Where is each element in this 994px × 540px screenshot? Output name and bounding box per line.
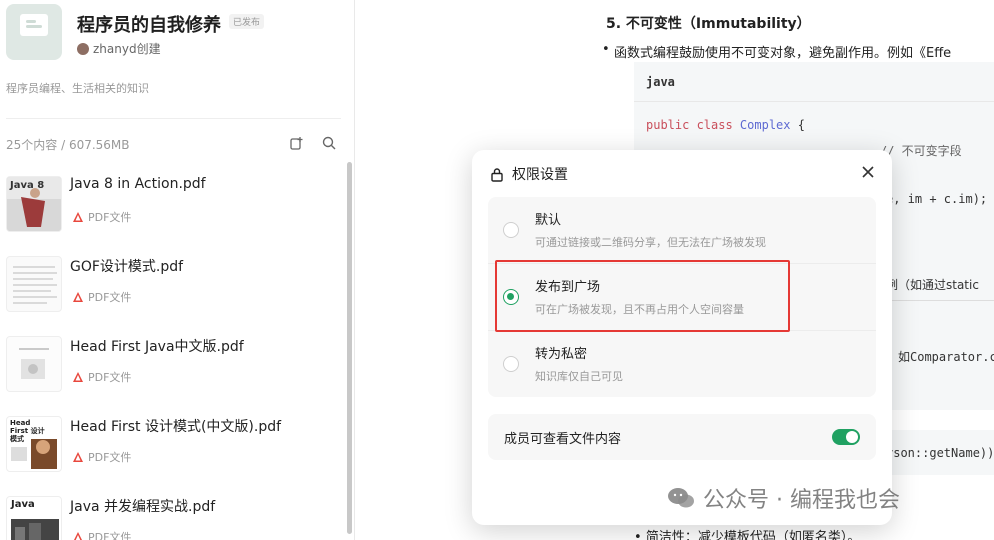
member-view-setting: 成员可查看文件内容 bbox=[488, 414, 876, 460]
wechat-icon bbox=[668, 488, 694, 508]
file-item[interactable]: GOF设计模式.pdf PDF文件 bbox=[6, 256, 336, 320]
lock-icon bbox=[491, 167, 503, 182]
option-description: 知识库仅自己可见 bbox=[535, 370, 623, 383]
dialog-title-text: 权限设置 bbox=[512, 167, 568, 183]
file-type: PDF文件 bbox=[72, 369, 131, 385]
file-item[interactable]: Java Java 并发编程实战.pdf PDF文件 bbox=[6, 496, 336, 540]
text-fragment: 例（如通过static bbox=[886, 278, 979, 292]
code-language: java bbox=[646, 75, 675, 89]
file-thumbnail bbox=[6, 256, 62, 312]
file-name: Head First 设计模式(中文版).pdf bbox=[70, 419, 282, 435]
bullet-text: • 简洁性：减少模板代码（如匿名类）。 bbox=[634, 526, 860, 540]
file-type-label: PDF文件 bbox=[88, 371, 132, 384]
option-label: 转为私密 bbox=[535, 347, 588, 362]
knowledge-base-cover bbox=[6, 4, 62, 60]
code-block-partial bbox=[886, 368, 994, 410]
file-thumbnail: Java bbox=[6, 496, 62, 540]
code-fragment: 如Comparator.c bbox=[898, 350, 994, 364]
radio-private[interactable] bbox=[503, 356, 519, 372]
code-line: public class Complex { bbox=[646, 118, 805, 132]
option-private[interactable]: 转为私密 知识库仅自己可见 bbox=[488, 330, 876, 396]
file-thumbnail: Java 8 bbox=[6, 176, 62, 232]
thumbnail-caption: Java 8 bbox=[10, 180, 45, 191]
knowledge-base-description: 程序员编程、生活相关的知识 bbox=[6, 82, 149, 95]
file-name: Java 8 in Action.pdf bbox=[70, 176, 206, 192]
code-header: java bbox=[634, 62, 994, 102]
pdf-icon bbox=[73, 452, 83, 462]
member-view-toggle[interactable] bbox=[832, 429, 860, 445]
watermark: 公众号 · 编程我也会 bbox=[667, 482, 900, 514]
thumbnail-caption: Head First 设计模式 bbox=[10, 419, 45, 443]
close-icon[interactable] bbox=[860, 164, 876, 180]
pdf-icon bbox=[73, 372, 83, 382]
add-content-icon[interactable] bbox=[288, 134, 306, 152]
published-badge: 已发布 bbox=[229, 14, 265, 29]
pdf-icon bbox=[73, 212, 83, 222]
bullet-content: 简洁性：减少模板代码（如匿名类）。 bbox=[645, 530, 861, 540]
cover-card-graphic bbox=[20, 14, 48, 36]
separator-line bbox=[886, 300, 994, 301]
file-type-label: PDF文件 bbox=[88, 211, 132, 224]
file-name: Java 并发编程实战.pdf bbox=[70, 499, 216, 515]
file-item[interactable]: Head First 设计模式 Head First 设计模式(中文版).pdf… bbox=[6, 416, 336, 480]
file-name: GOF设计模式.pdf bbox=[70, 259, 184, 275]
code-fragment: rson::getName)) bbox=[886, 446, 994, 460]
file-type-label: PDF文件 bbox=[88, 451, 132, 464]
file-type: PDF文件 bbox=[72, 449, 131, 465]
watermark-text: 公众号 · 编程我也会 bbox=[703, 488, 900, 513]
file-type: PDF文件 bbox=[72, 209, 131, 225]
file-type: PDF文件 bbox=[72, 289, 131, 305]
file-name: Head First Java中文版.pdf bbox=[70, 339, 244, 355]
thumbnail-caption: Java bbox=[11, 499, 35, 510]
member-view-label: 成员可查看文件内容 bbox=[504, 432, 622, 447]
radio-default[interactable] bbox=[503, 222, 519, 238]
knowledge-base-title: 程序员的自我修养 bbox=[77, 15, 221, 36]
code-keyword: public class bbox=[646, 118, 740, 132]
permission-settings-dialog: 权限设置 默认 可通过链接或二维码分享，但无法在广场被发现 发布到广场 可在广场… bbox=[472, 150, 892, 525]
file-thumbnail: Head First 设计模式 bbox=[6, 416, 62, 472]
file-thumbnail bbox=[6, 336, 62, 392]
search-icon[interactable] bbox=[320, 134, 338, 152]
section-heading: 5. 不可变性（Immutability） bbox=[606, 16, 811, 32]
pdf-icon bbox=[73, 292, 83, 302]
content-stats: 25个内容 / 607.56MB bbox=[6, 138, 130, 152]
file-item[interactable]: Head First Java中文版.pdf PDF文件 bbox=[6, 336, 336, 400]
annotation-highlight-box bbox=[495, 260, 790, 332]
file-item[interactable]: Java 8 Java 8 in Action.pdf PDF文件 bbox=[6, 176, 336, 240]
knowledge-base-sidebar: 程序员的自我修养 已发布 zhanyd创建 程序员编程、生活相关的知识 25个内… bbox=[0, 0, 355, 540]
file-type-label: PDF文件 bbox=[88, 291, 132, 304]
bullet-text: 函数式编程鼓励使用不可变对象，避免副作用。例如《Effe bbox=[602, 42, 951, 61]
dialog-title: 权限设置 bbox=[490, 164, 568, 184]
author-line: zhanyd创建 bbox=[77, 40, 161, 57]
file-type-label: PDF文件 bbox=[88, 531, 132, 540]
code-fragment: e, im + c.im); bbox=[886, 192, 988, 206]
author-avatar bbox=[77, 42, 89, 55]
code-brace: { bbox=[790, 118, 805, 132]
code-comment-text: // 不可变字段 bbox=[880, 144, 962, 158]
code-class-name: Complex bbox=[739, 118, 791, 132]
option-description: 可通过链接或二维码分享，但无法在广场被发现 bbox=[535, 236, 766, 249]
code-comment: // 不可变字段 bbox=[880, 142, 962, 159]
option-default[interactable]: 默认 可通过链接或二维码分享，但无法在广场被发现 bbox=[488, 197, 876, 263]
option-label: 默认 bbox=[535, 213, 562, 228]
file-type: PDF文件 bbox=[72, 529, 131, 540]
sidebar-scrollbar[interactable] bbox=[347, 162, 352, 534]
author-name: zhanyd创建 bbox=[93, 42, 161, 56]
sidebar-divider bbox=[6, 118, 341, 119]
pdf-icon bbox=[74, 532, 82, 540]
